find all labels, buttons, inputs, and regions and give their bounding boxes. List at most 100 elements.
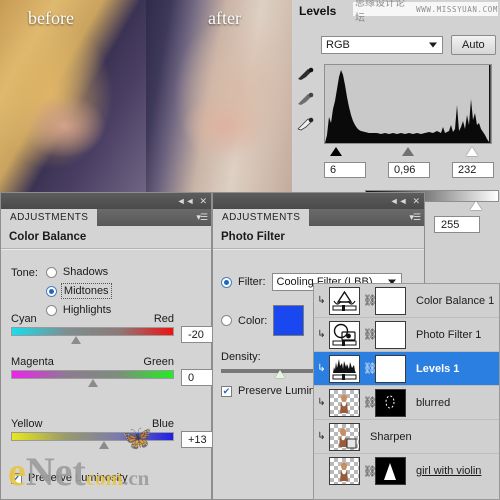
close-icon[interactable]: ✕: [199, 196, 207, 206]
slider-red-label: Red: [153, 313, 174, 325]
layer-mask-thumbnail[interactable]: [375, 388, 406, 417]
layers-panel: ↳ ⛓ Color Balance 1 ↳ ⛓ Photo Filter 1 ↳…: [313, 283, 500, 500]
slider-cyan-red-handle[interactable]: [71, 336, 81, 344]
output-white-handle[interactable]: [470, 201, 482, 210]
layer-name: Sharpen: [370, 430, 412, 443]
tab-adjustments[interactable]: ADJUSTMENTS: [1, 209, 98, 226]
input-white-field[interactable]: 232: [452, 162, 494, 178]
photo-filter-panel-header: ◄◄ ✕: [213, 193, 424, 209]
radio-color[interactable]: [221, 315, 232, 326]
input-levels-slider[interactable]: [324, 147, 492, 158]
layer-name: Color Balance 1: [416, 294, 495, 307]
channel-select[interactable]: RGB: [321, 36, 443, 54]
white-input-handle[interactable]: [466, 147, 478, 156]
gray-point-eyedropper[interactable]: [295, 91, 317, 107]
layer-mask-thumbnail[interactable]: [375, 320, 406, 349]
layer-thumbnail[interactable]: [329, 388, 360, 417]
radio-filter[interactable]: [221, 276, 232, 288]
color-balance-tab-filler: ▾☰: [97, 209, 211, 226]
slider-yellow-blue-labels: Yellow Blue: [11, 418, 174, 430]
tone-option-shadows-label: Shadows: [62, 266, 109, 278]
layer-row-blurred[interactable]: ↳ ⛓ blurred: [314, 386, 499, 420]
color-balance-title: Color Balance: [9, 231, 87, 243]
density-handle[interactable]: [275, 370, 285, 378]
density-track[interactable]: [221, 369, 321, 373]
input-black-field[interactable]: 6: [324, 162, 366, 178]
levels-channel-row: RGB Auto: [321, 35, 496, 55]
radio-midtones[interactable]: [45, 285, 57, 297]
preserve-luminosity-label-cb: Preserve Luminosity: [28, 472, 128, 484]
image-comparison: before after: [0, 0, 293, 192]
slider-cyan-red: Cyan Red: [11, 313, 174, 346]
link-icon[interactable]: ⛓: [363, 294, 377, 307]
collapse-icon[interactable]: ◄◄: [390, 196, 408, 206]
photo-filter-tabbar: ADJUSTMENTS ▾☰: [213, 209, 424, 226]
preserve-luminosity-checkbox-cb[interactable]: ✔: [11, 472, 22, 484]
slider-cyan-label: Cyan: [11, 313, 37, 325]
eyedropper-group: [295, 66, 317, 132]
close-icon[interactable]: ✕: [412, 196, 420, 206]
black-point-eyedropper[interactable]: [295, 66, 317, 82]
input-gamma-field[interactable]: 0,96: [388, 162, 430, 178]
radio-shadows[interactable]: [45, 266, 57, 278]
link-icon[interactable]: ⛓: [363, 328, 377, 341]
slider-yellow-blue-track[interactable]: [11, 432, 174, 441]
link-icon[interactable]: ⛓: [363, 362, 377, 375]
channel-select-value: RGB: [326, 39, 350, 51]
output-white-field[interactable]: 255: [434, 216, 480, 233]
slider-yellow-blue-handle[interactable]: [99, 441, 109, 449]
layer-mask-thumbnail[interactable]: [375, 354, 406, 383]
slider-magenta-green-labels: Magenta Green: [11, 356, 174, 368]
slider-magenta-green-knob-area: [11, 379, 174, 389]
photo-filter-icon[interactable]: [329, 320, 360, 349]
before-label: before: [28, 8, 74, 28]
color-balance-panel-header: ◄◄ ✕: [1, 193, 211, 209]
preserve-luminosity-checkbox-pf[interactable]: ✔: [221, 385, 232, 397]
layer-row-levels[interactable]: ↳ ⛓ Levels 1: [314, 352, 499, 386]
link-icon[interactable]: ⛓: [363, 465, 377, 478]
layer-row-color-balance[interactable]: ↳ ⛓ Color Balance 1: [314, 284, 499, 318]
filter-label: Filter:: [238, 276, 266, 288]
panel-menu-icon[interactable]: ▾☰: [409, 212, 421, 223]
layer-mask-thumbnail[interactable]: [375, 286, 406, 315]
slider-magenta-green-handle[interactable]: [88, 379, 98, 387]
white-point-eyedropper[interactable]: [295, 116, 317, 132]
layer-name: Levels 1: [416, 362, 460, 375]
color-swatch[interactable]: [273, 305, 305, 336]
after-photo: after: [146, 0, 292, 192]
photoshop-screenshot: before after Levels 思缘设计论坛 WWW.MISSYUAN.…: [0, 0, 500, 500]
tone-option-midtones[interactable]: Midtones: [45, 283, 112, 299]
preserve-luminosity-row-cb[interactable]: ✔ Preserve Luminosity: [11, 472, 128, 484]
color-row: Color:: [221, 305, 305, 336]
layer-row-sharpen[interactable]: ↳ Sharpen: [314, 420, 499, 454]
clipping-arrow-icon: ↳: [317, 329, 326, 340]
panel-menu-icon[interactable]: ▾☰: [196, 212, 208, 223]
levels-icon[interactable]: [329, 354, 360, 383]
link-icon[interactable]: ⛓: [363, 396, 377, 409]
slider-magenta-green: Magenta Green: [11, 356, 174, 389]
preserve-luminosity-row-pf[interactable]: ✔ Preserve Luminos: [221, 385, 327, 397]
collapse-icon[interactable]: ◄◄: [177, 196, 195, 206]
photo-filter-tab-filler: ▾☰: [309, 209, 424, 226]
gamma-input-handle[interactable]: [402, 147, 414, 156]
slider-blue-label: Blue: [151, 418, 174, 430]
clipping-arrow-icon: ↳: [317, 363, 326, 374]
slider-magenta-green-track[interactable]: [11, 370, 174, 379]
layer-row-girl-with-violin[interactable]: ⛓ girl with violin: [314, 454, 499, 488]
watermark-top: 思缘设计论坛 WWW.MISSYUAN.COM: [353, 0, 498, 24]
slider-cyan-red-track[interactable]: [11, 327, 174, 336]
layer-name: Photo Filter 1: [416, 328, 482, 341]
layer-thumbnail[interactable]: [329, 422, 360, 451]
black-input-handle[interactable]: [330, 147, 342, 156]
auto-button[interactable]: Auto: [451, 35, 496, 55]
levels-title: Levels: [299, 4, 337, 18]
tone-option-shadows[interactable]: Shadows: [45, 266, 111, 278]
tab-adjustments[interactable]: ADJUSTMENTS: [213, 209, 310, 226]
layer-thumbnail[interactable]: [329, 457, 360, 485]
layer-row-photo-filter[interactable]: ↳ ⛓ Photo Filter 1: [314, 318, 499, 352]
layer-mask-thumbnail[interactable]: [375, 457, 406, 485]
layer-name: girl with violin: [416, 465, 482, 477]
color-balance-icon[interactable]: [329, 286, 360, 315]
slider-yellow-blue: Yellow Blue: [11, 418, 174, 451]
clipping-arrow-icon: ↳: [317, 431, 326, 442]
